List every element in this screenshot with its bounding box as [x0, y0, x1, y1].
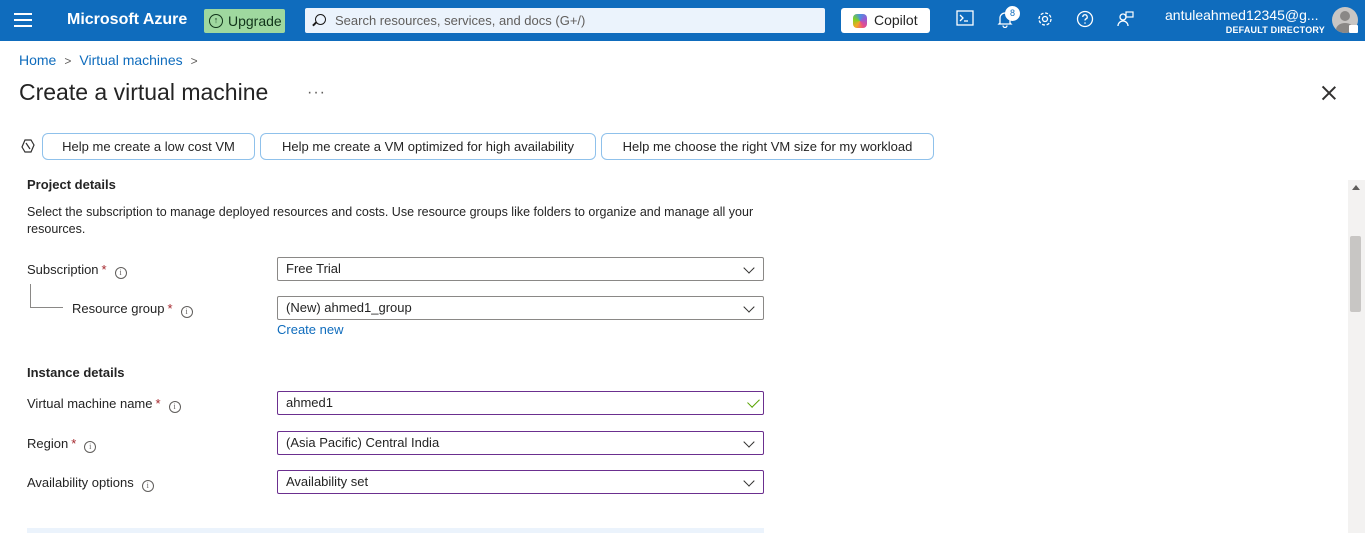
chevron-down-icon — [743, 262, 755, 274]
chevron-down-icon — [743, 475, 755, 487]
vm-name-input[interactable]: ahmed1 — [277, 391, 764, 415]
top-bar: Microsoft Azure ↑ Upgrade Copilot 8 antu… — [0, 0, 1365, 41]
info-icon[interactable]: i — [168, 401, 181, 413]
gear-icon[interactable] — [1035, 10, 1055, 30]
arrow-up-icon: ↑ — [209, 14, 223, 28]
brand-title[interactable]: Microsoft Azure — [67, 11, 187, 29]
feedback-icon[interactable] — [1115, 10, 1135, 30]
checkmark-icon — [747, 395, 760, 408]
account-directory: DEFAULT DIRECTORY — [1225, 25, 1325, 35]
info-icon[interactable]: i — [84, 441, 97, 453]
breadcrumb: Home > Virtual machines > — [19, 52, 206, 68]
lock-icon — [1349, 25, 1358, 33]
subscription-label-text: Subscription — [27, 262, 99, 277]
more-options-button[interactable]: ··· — [307, 84, 326, 102]
breadcrumb-home[interactable]: Home — [19, 52, 56, 68]
subscription-label: Subscription * i — [27, 262, 127, 279]
suggestion-high-availability[interactable]: Help me create a VM optimized for high a… — [260, 133, 596, 160]
account-email[interactable]: antuleahmed12345@g... — [1165, 7, 1319, 23]
copilot-button[interactable]: Copilot — [841, 8, 930, 33]
scrollbar[interactable] — [1348, 180, 1365, 533]
region-select[interactable]: (Asia Pacific) Central India — [277, 431, 764, 455]
availability-label-text: Availability options — [27, 475, 134, 490]
subscription-select[interactable]: Free Trial — [277, 257, 764, 281]
region-value: (Asia Pacific) Central India — [286, 435, 440, 450]
resource-group-label: Resource group * i — [72, 301, 193, 318]
info-icon[interactable]: i — [141, 480, 154, 492]
scroll-thumb[interactable] — [1350, 236, 1361, 312]
upgrade-button[interactable]: ↑ Upgrade — [204, 9, 285, 33]
menu-icon[interactable] — [14, 13, 32, 29]
region-label-text: Region — [27, 436, 69, 451]
chevron-right-icon: > — [64, 54, 72, 68]
close-icon[interactable] — [1319, 83, 1339, 103]
region-label: Region * i — [27, 436, 97, 453]
project-details-heading: Project details — [27, 177, 116, 192]
resource-group-value: (New) ahmed1_group — [286, 300, 412, 315]
upgrade-label: Upgrade — [228, 13, 282, 29]
project-description: Select the subscription to manage deploy… — [27, 205, 754, 236]
tree-connector — [30, 307, 63, 308]
search-box[interactable] — [305, 8, 825, 33]
chevron-down-icon — [743, 301, 755, 313]
help-icon[interactable] — [1075, 10, 1095, 30]
resource-group-select[interactable]: (New) ahmed1_group — [277, 296, 764, 320]
availability-select[interactable]: Availability set — [277, 470, 764, 494]
search-icon — [315, 14, 326, 25]
search-input[interactable] — [335, 11, 815, 30]
vm-name-label: Virtual machine name * i — [27, 396, 181, 413]
subscription-value: Free Trial — [286, 261, 341, 276]
vm-name-value: ahmed1 — [286, 395, 333, 410]
scroll-up-icon[interactable] — [1352, 185, 1360, 190]
info-icon[interactable]: i — [114, 267, 127, 279]
notification-badge: 8 — [1005, 6, 1020, 21]
tree-connector — [30, 284, 31, 307]
breadcrumb-virtual-machines[interactable]: Virtual machines — [79, 52, 182, 68]
vm-name-label-text: Virtual machine name — [27, 396, 153, 411]
info-box — [27, 528, 764, 533]
page-title: Create a virtual machine — [19, 79, 269, 105]
copilot-icon — [853, 14, 867, 28]
copilot-suggestion-icon — [20, 138, 36, 154]
resource-group-label-text: Resource group — [72, 301, 165, 316]
info-icon[interactable]: i — [180, 306, 193, 318]
create-new-link[interactable]: Create new — [277, 322, 343, 337]
availability-label: Availability options i — [27, 475, 154, 492]
suggestion-low-cost-vm[interactable]: Help me create a low cost VM — [42, 133, 255, 160]
cloud-shell-icon[interactable] — [955, 10, 975, 30]
chevron-down-icon — [743, 436, 755, 448]
availability-value: Availability set — [286, 474, 369, 489]
chevron-right-icon: > — [190, 54, 198, 68]
copilot-label: Copilot — [874, 12, 918, 28]
suggestion-vm-size[interactable]: Help me choose the right VM size for my … — [601, 133, 934, 160]
instance-details-heading: Instance details — [27, 365, 125, 380]
